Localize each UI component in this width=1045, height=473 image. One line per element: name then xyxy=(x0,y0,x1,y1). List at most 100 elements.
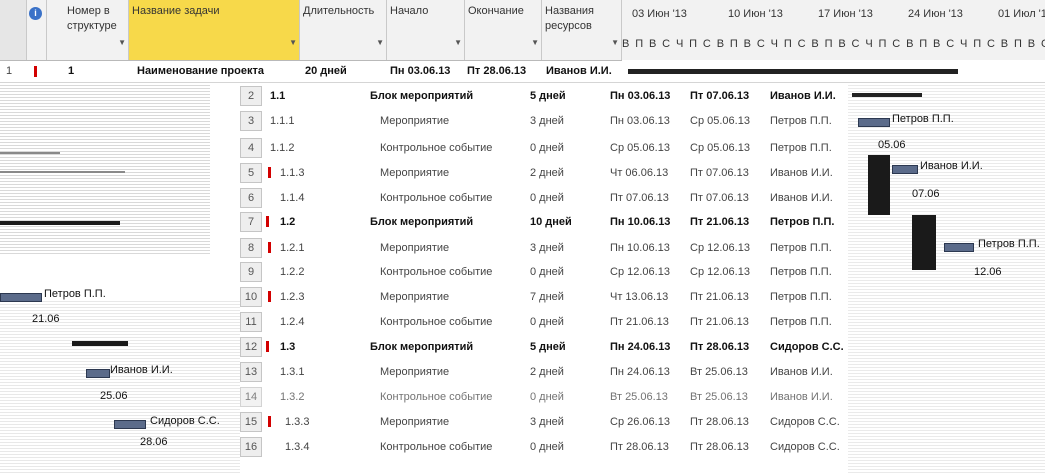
cell-finish: Ср 12.06.13 xyxy=(690,266,750,278)
cell-task-name[interactable]: Контрольное событие xyxy=(380,316,492,328)
gantt-milestone-label: 12.06 xyxy=(974,266,1002,278)
table-row[interactable]: 5 1.1.3 Мероприятие 2 дней Чт 06.06.13 П… xyxy=(240,163,850,185)
cell-resources: Петров П.П. xyxy=(770,115,832,127)
gantt-task-bar[interactable] xyxy=(944,243,974,252)
cell-task-name[interactable]: Контрольное событие xyxy=(380,192,492,204)
dropdown-arrow-icon[interactable]: ▼ xyxy=(531,35,539,50)
gantt-milestone-label: 07.06 xyxy=(912,188,940,200)
gantt-task-bar[interactable] xyxy=(0,293,42,302)
cell-finish: Пт 21.06.13 xyxy=(690,216,750,228)
column-header-resources[interactable]: Названия ресурсов ▼ xyxy=(542,0,622,60)
cell-task-name[interactable]: Блок мероприятий xyxy=(370,216,473,228)
row-number: 12 xyxy=(240,337,262,357)
column-header-finish-label: Окончание xyxy=(468,5,524,17)
row-number: 16 xyxy=(240,437,262,457)
table-row[interactable]: 7 1.2 Блок мероприятий 10 дней Пн 10.06.… xyxy=(240,212,850,234)
table-row[interactable]: 16 1.3.4 Контрольное событие 0 дней Пт 2… xyxy=(240,437,850,459)
cell-finish: Пт 07.06.13 xyxy=(690,192,749,204)
cell-task-name[interactable]: Контрольное событие xyxy=(380,391,492,403)
cell-resources: Иванов И.И. xyxy=(546,65,612,77)
cell-wbs: 1.3.4 xyxy=(285,441,310,453)
dropdown-arrow-icon[interactable]: ▼ xyxy=(611,35,619,50)
cell-task-name[interactable]: Контрольное событие xyxy=(380,142,492,154)
render-artifact xyxy=(0,300,240,473)
dropdown-arrow-icon[interactable]: ▼ xyxy=(454,35,462,50)
column-header-wbs[interactable]: Номер в структуре ▼ xyxy=(47,0,129,60)
cell-resources: Петров П.П. xyxy=(770,242,832,254)
gantt-summary-bar[interactable] xyxy=(0,221,120,225)
gantt-nonworking-block xyxy=(868,155,890,215)
column-header-start[interactable]: Начало ▼ xyxy=(387,0,465,60)
cell-wbs: 1.3.1 xyxy=(280,366,305,378)
table-row[interactable]: 11 1.2.4 Контрольное событие 0 дней Пт 2… xyxy=(240,312,850,334)
cell-duration: 0 дней xyxy=(530,266,564,278)
row-number: 2 xyxy=(240,86,262,106)
table-row[interactable]: 14 1.3.2 Контрольное событие 0 дней Вт 2… xyxy=(240,387,850,409)
cell-wbs: 1.2.4 xyxy=(280,316,305,328)
cell-task-name[interactable]: Контрольное событие xyxy=(380,441,492,453)
gantt-summary-bar[interactable] xyxy=(852,93,922,97)
cell-start: Пн 03.06.13 xyxy=(390,65,451,77)
select-all-corner[interactable] xyxy=(0,0,27,60)
gantt-task-bar[interactable] xyxy=(86,369,110,378)
column-header-task-name-label: Название задачи xyxy=(132,5,220,17)
cell-task-name[interactable]: Мероприятие xyxy=(380,242,449,254)
dropdown-arrow-icon[interactable]: ▼ xyxy=(289,35,297,50)
cell-finish: Пт 28.06.13 xyxy=(467,65,527,77)
indicator-flag-icon xyxy=(266,341,269,352)
cell-finish: Ср 12.06.13 xyxy=(690,242,750,254)
gantt-resource-label: Сидоров С.С. xyxy=(150,415,220,427)
column-header-duration[interactable]: Длительность ▼ xyxy=(300,0,387,60)
cell-resources: Сидоров С.С. xyxy=(770,341,844,353)
row-number: 8 xyxy=(240,238,262,258)
gantt-line xyxy=(0,152,60,154)
cell-task-name[interactable]: Мероприятие xyxy=(380,115,449,127)
cell-resources: Иванов И.И. xyxy=(770,90,836,102)
table-row[interactable]: 10 1.2.3 Мероприятие 7 дней Чт 13.06.13 … xyxy=(240,287,850,309)
cell-task-name[interactable]: Мероприятие xyxy=(380,167,449,179)
table-row[interactable]: 6 1.1.4 Контрольное событие 0 дней Пт 07… xyxy=(240,188,850,210)
table-row[interactable]: 15 1.3.3 Мероприятие 3 дней Ср 26.06.13 … xyxy=(240,412,850,434)
row-number: 9 xyxy=(240,262,262,282)
cell-task-name[interactable]: Мероприятие xyxy=(380,291,449,303)
indicator-flag-icon xyxy=(268,416,271,427)
cell-start: Пн 10.06.13 xyxy=(610,216,671,228)
cell-finish: Вт 25.06.13 xyxy=(690,391,748,403)
cell-task-name[interactable]: Контрольное событие xyxy=(380,266,492,278)
project-summary-bar[interactable] xyxy=(628,69,958,74)
gantt-task-bar[interactable] xyxy=(892,165,918,174)
table-row[interactable]: 4 1.1.2 Контрольное событие 0 дней Ср 05… xyxy=(240,138,850,160)
column-header-resources-label: Названия ресурсов xyxy=(545,5,594,32)
cell-finish: Пт 07.06.13 xyxy=(690,167,749,179)
cell-task-name[interactable]: Блок мероприятий xyxy=(370,341,473,353)
column-header-start-label: Начало xyxy=(390,5,429,17)
dropdown-arrow-icon[interactable]: ▼ xyxy=(118,35,126,50)
table-row[interactable]: 3 1.1.1 Мероприятие 3 дней Пн 03.06.13 С… xyxy=(240,111,850,133)
cell-resources: Иванов И.И. xyxy=(770,391,833,403)
indicators-column-header[interactable]: i xyxy=(27,0,47,60)
table-row[interactable]: 13 1.3.1 Мероприятие 2 дней Пн 24.06.13 … xyxy=(240,362,850,384)
table-row[interactable]: 9 1.2.2 Контрольное событие 0 дней Ср 12… xyxy=(240,262,850,284)
indicator-flag-icon xyxy=(266,216,269,227)
cell-wbs: 1.2.1 xyxy=(280,242,305,254)
cell-resources: Сидоров С.С. xyxy=(770,441,840,453)
gantt-nonworking-block xyxy=(912,215,936,270)
table-row[interactable]: 12 1.3 Блок мероприятий 5 дней Пн 24.06.… xyxy=(240,337,850,359)
table-row[interactable]: 2 1.1 Блок мероприятий 5 дней Пн 03.06.1… xyxy=(240,86,850,108)
cell-finish: Пт 28.06.13 xyxy=(690,416,749,428)
row-number: 10 xyxy=(240,287,262,307)
cell-task-name[interactable]: Мероприятие xyxy=(380,416,449,428)
column-header-task-name[interactable]: Название задачи ▼ xyxy=(129,0,300,60)
cell-task-name[interactable]: Блок мероприятий xyxy=(370,90,473,102)
cell-task-name[interactable]: Мероприятие xyxy=(380,366,449,378)
cell-task-name[interactable]: Наименование проекта xyxy=(137,65,264,77)
gantt-task-bar[interactable] xyxy=(858,118,890,127)
gantt-summary-bar[interactable] xyxy=(72,341,128,346)
table-row[interactable]: 8 1.2.1 Мероприятие 3 дней Пн 10.06.13 С… xyxy=(240,238,850,260)
column-header-finish[interactable]: Окончание ▼ xyxy=(465,0,542,60)
render-artifact xyxy=(0,84,210,254)
cell-start: Вт 25.06.13 xyxy=(610,391,668,403)
gantt-task-bar[interactable] xyxy=(114,420,146,429)
table-row[interactable]: 1 1 Наименование проекта 20 дней Пн 03.0… xyxy=(0,62,1045,83)
dropdown-arrow-icon[interactable]: ▼ xyxy=(376,35,384,50)
